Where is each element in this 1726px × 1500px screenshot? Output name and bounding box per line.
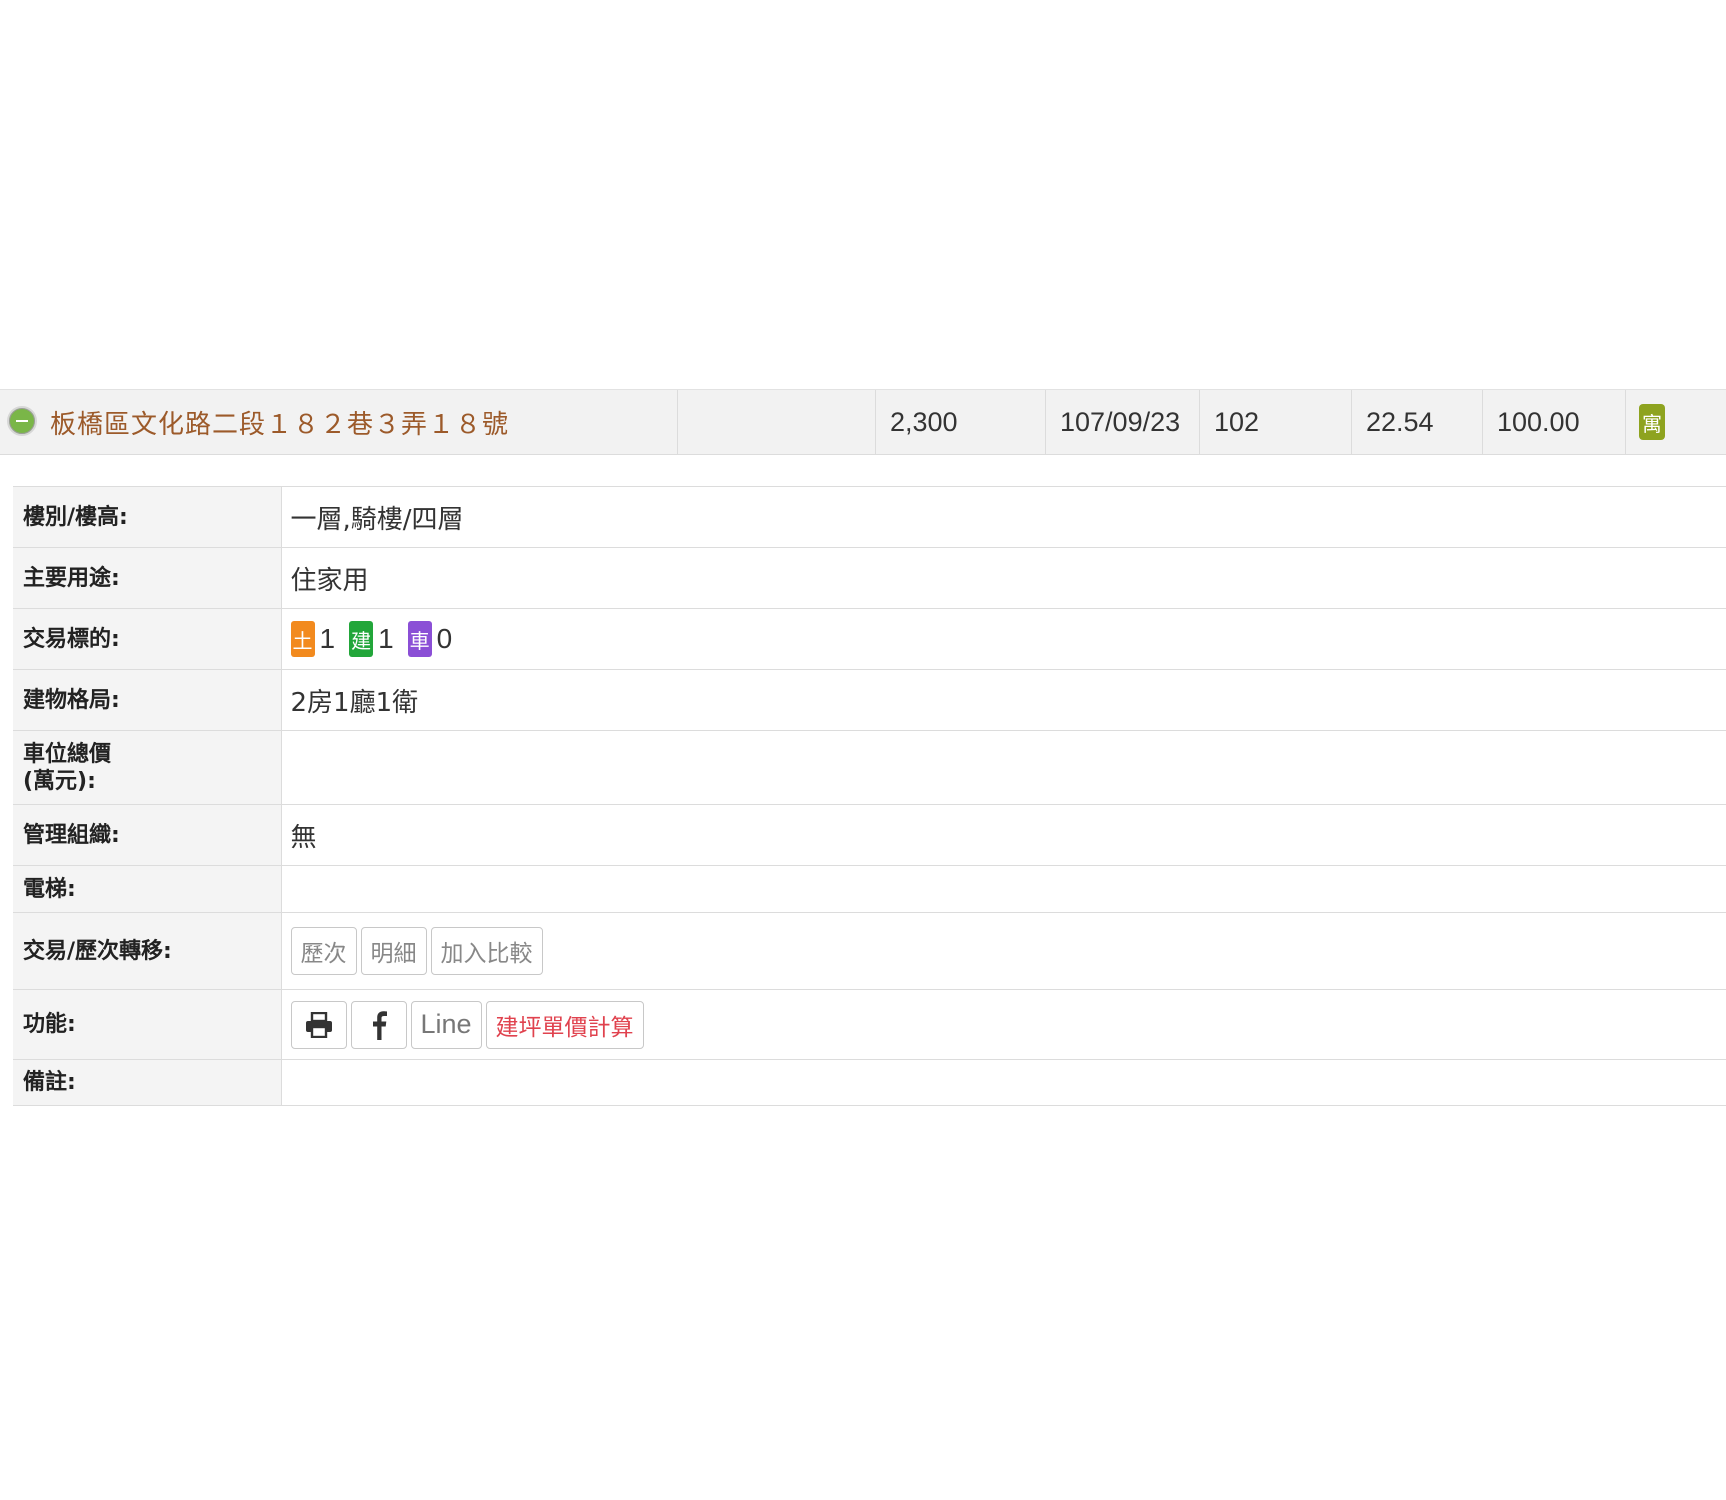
functions-label: 功能: <box>13 989 281 1060</box>
detail-row-layout: 建物格局: 2房1廳1衛 <box>13 669 1726 731</box>
area-value: 22.54 <box>1351 390 1482 454</box>
usage-value: 住家用 <box>280 547 1726 609</box>
printer-icon <box>305 1011 332 1038</box>
parking-price-label: 車位總價 (萬元): <box>13 730 281 805</box>
floor-value: 一層,騎樓/四層 <box>280 486 1726 548</box>
detail-row-functions: 功能: Line 建坪單價計算 <box>13 989 1726 1060</box>
notes-label: 備註: <box>13 1059 281 1106</box>
building-tag: 建 <box>349 621 374 657</box>
line-share-button[interactable]: Line <box>410 1000 482 1049</box>
print-button[interactable] <box>290 1000 347 1049</box>
transfer-actions: 歷次 明細 加入比較 <box>280 912 1726 990</box>
detail-table: 樓別/樓高: 一層,騎樓/四層 主要用途: 住家用 交易標的: 土1建1車0 建… <box>13 486 1726 1106</box>
add-compare-button[interactable]: 加入比較 <box>430 927 543 975</box>
target-value: 土1建1車0 <box>280 608 1726 670</box>
usage-label: 主要用途: <box>13 547 281 609</box>
elevator-value <box>280 865 1726 913</box>
building-type-badge: 寓 <box>1639 404 1665 440</box>
detail-row-parking-price: 車位總價 (萬元): <box>13 730 1726 805</box>
detail-row-floor: 樓別/樓高: 一層,騎樓/四層 <box>13 486 1726 548</box>
land-count: 1 <box>319 623 336 654</box>
address-cell: 板橋區文化路二段１８２巷３弄１８號 <box>0 390 677 454</box>
building-count: 1 <box>378 623 394 654</box>
address-link[interactable]: 板橋區文化路二段１８２巷３弄１８號 <box>50 390 509 454</box>
target-label: 交易標的: <box>13 608 281 670</box>
parking-price-label-line1: 車位總價 <box>23 741 112 767</box>
elevator-label: 電梯: <box>13 865 281 913</box>
empty-cell <box>677 390 875 454</box>
detail-row-elevator: 電梯: <box>13 865 1726 913</box>
detail-row-target: 交易標的: 土1建1車0 <box>13 608 1726 670</box>
history-button[interactable]: 歷次 <box>290 927 357 975</box>
detail-row-usage: 主要用途: 住家用 <box>13 547 1726 609</box>
layout-label: 建物格局: <box>13 669 281 731</box>
parking-count: 0 <box>436 623 453 654</box>
detail-row-transfer: 交易/歷次轉移: 歷次 明細 加入比較 <box>13 912 1726 990</box>
facebook-share-button[interactable] <box>350 1000 407 1049</box>
land-tag: 土 <box>290 621 315 657</box>
unit-price-calc-button[interactable]: 建坪單價計算 <box>485 1000 644 1049</box>
collapse-icon[interactable] <box>7 406 37 436</box>
building-age: 102 <box>1199 390 1351 454</box>
total-price: 2,300 <box>875 390 1045 454</box>
type-cell: 寓 <box>1625 390 1726 454</box>
parking-price-value <box>280 730 1726 805</box>
facebook-icon <box>372 1010 387 1040</box>
transaction-date: 107/09/23 <box>1045 390 1199 454</box>
parking-tag: 車 <box>407 621 432 657</box>
detail-row-notes: 備註: <box>13 1059 1726 1106</box>
detail-row-management: 管理組織: 無 <box>13 804 1726 866</box>
parking-price-label-line2: (萬元): <box>23 768 96 794</box>
management-label: 管理組織: <box>13 804 281 866</box>
unit-price: 100.00 <box>1482 390 1625 454</box>
floor-label: 樓別/樓高: <box>13 486 281 548</box>
notes-value <box>280 1059 1726 1106</box>
transaction-summary-row[interactable]: 板橋區文化路二段１８２巷３弄１８號 2,300 107/09/23 102 22… <box>0 389 1726 455</box>
function-actions: Line 建坪單價計算 <box>280 989 1726 1060</box>
transfer-label: 交易/歷次轉移: <box>13 912 281 990</box>
layout-value: 2房1廳1衛 <box>280 669 1726 731</box>
management-value: 無 <box>280 804 1726 866</box>
details-button[interactable]: 明細 <box>360 927 427 975</box>
